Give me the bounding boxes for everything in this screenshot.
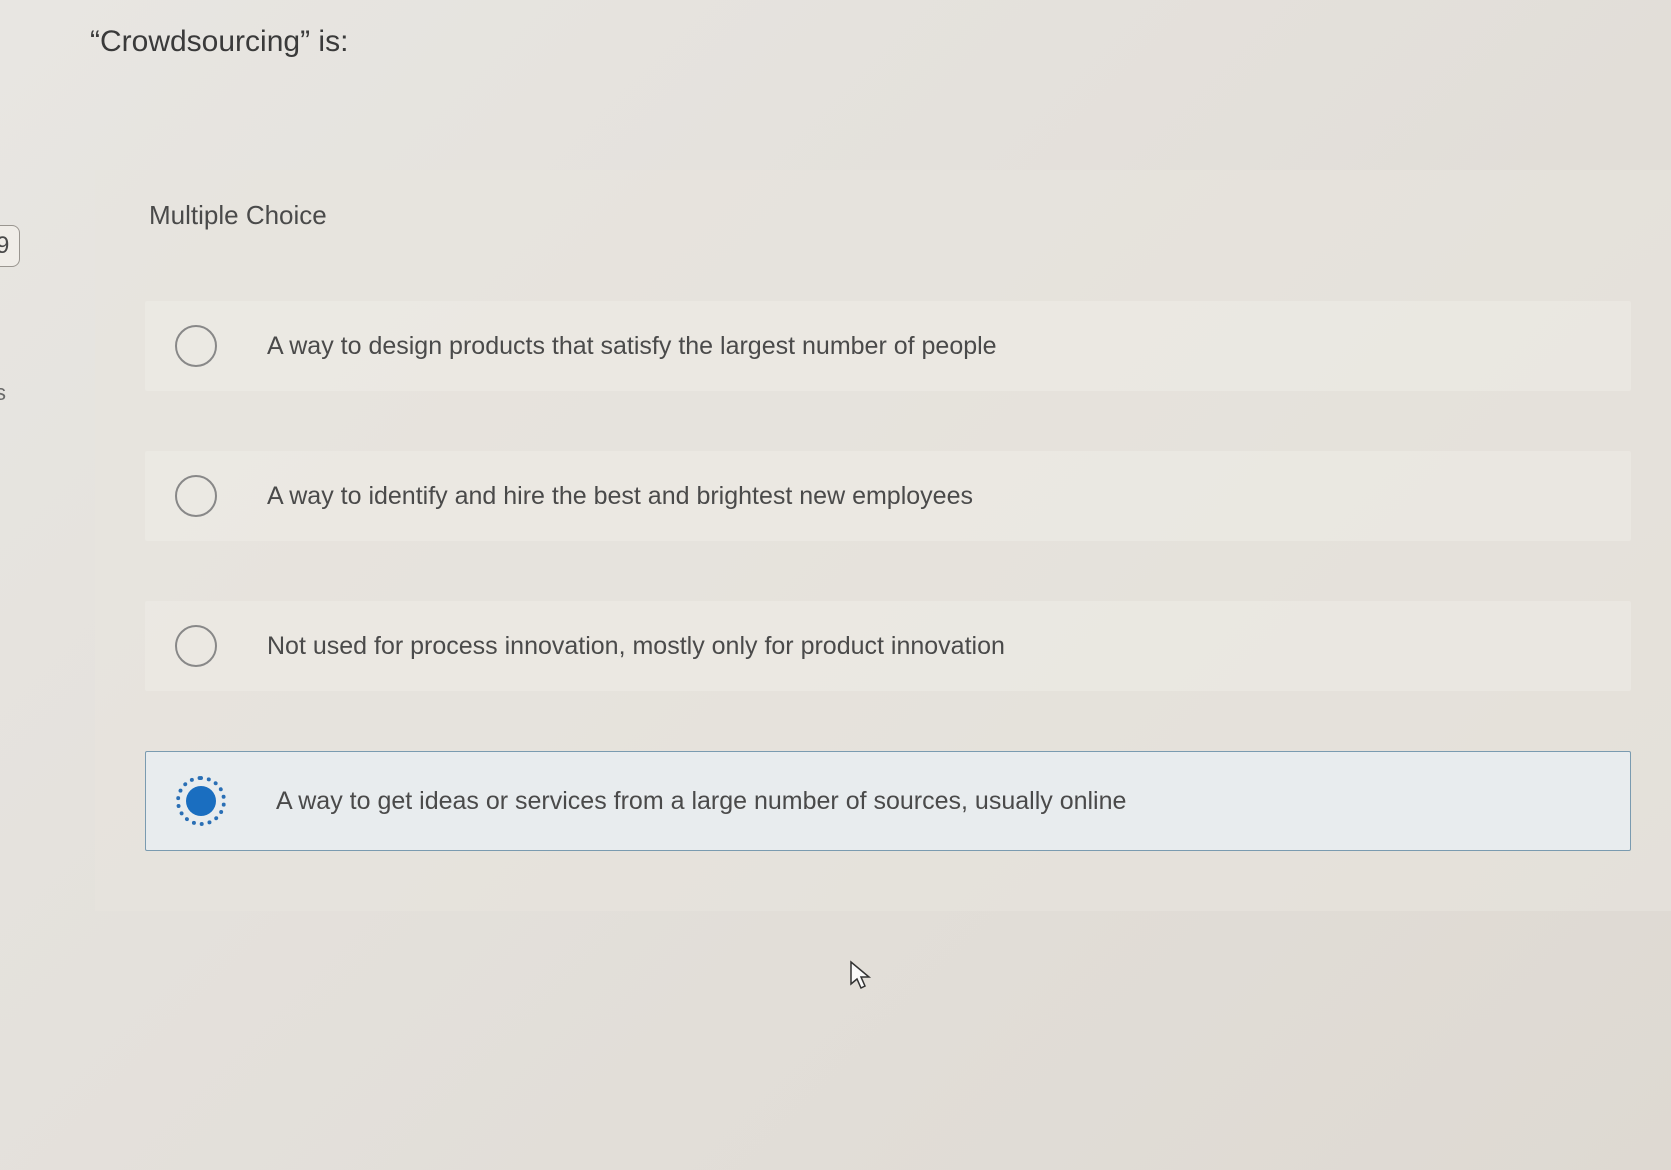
radio-icon[interactable] [175, 625, 217, 667]
sidebar-badge-text: 9 [0, 232, 9, 259]
cursor-icon [847, 960, 875, 997]
option-text: A way to design products that satisfy th… [267, 329, 997, 364]
sidebar-letter: s [0, 380, 6, 406]
question-prompt: “Crowdsourcing” is: [90, 25, 348, 59]
radio-icon[interactable] [175, 475, 217, 517]
option-text: A way to identify and hire the best and … [267, 479, 973, 514]
option-1[interactable]: A way to design products that satisfy th… [145, 301, 1631, 391]
sidebar-badge[interactable]: 9 [0, 225, 20, 267]
radio-icon-selected[interactable] [176, 776, 226, 826]
option-3[interactable]: Not used for process innovation, mostly … [145, 601, 1631, 691]
option-text: Not used for process innovation, mostly … [267, 629, 1005, 664]
option-4[interactable]: A way to get ideas or services from a la… [145, 751, 1631, 851]
option-text: A way to get ideas or services from a la… [276, 784, 1126, 819]
multiple-choice-container: Multiple Choice A way to design products… [95, 170, 1671, 911]
question-type-label: Multiple Choice [149, 200, 1631, 231]
radio-icon[interactable] [175, 325, 217, 367]
option-2[interactable]: A way to identify and hire the best and … [145, 451, 1631, 541]
